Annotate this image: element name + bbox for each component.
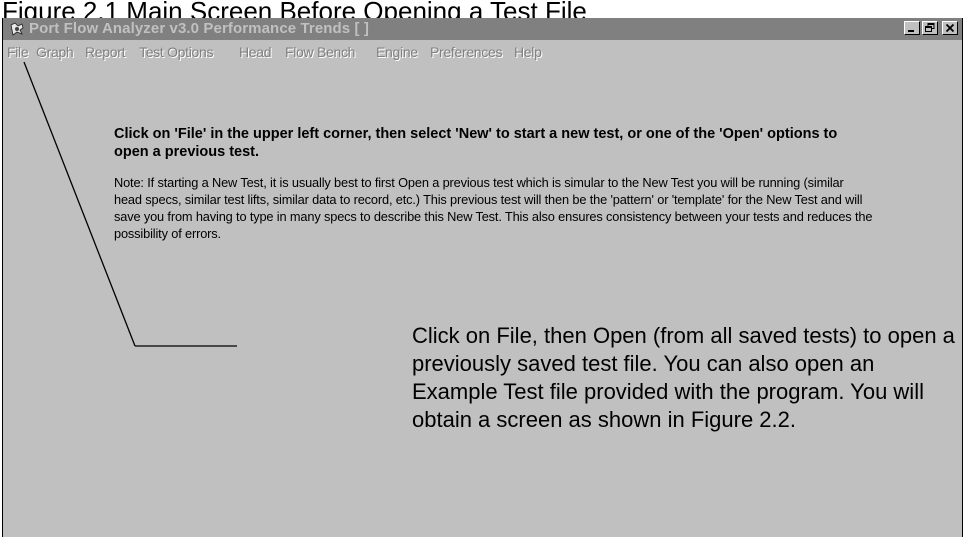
callout-text: Click on File, then Open (from all saved… xyxy=(412,323,955,432)
menu-test-options[interactable]: Test Options xyxy=(139,42,214,62)
close-icon xyxy=(945,23,955,33)
app-window: Port Flow Analyzer v3.0 Performance Tren… xyxy=(2,18,963,537)
menu-flow-bench[interactable]: Flow Bench xyxy=(285,42,355,62)
menu-engine[interactable]: Engine xyxy=(376,42,418,62)
menu-head[interactable]: Head xyxy=(239,42,272,62)
menu-help[interactable]: Help xyxy=(514,42,542,62)
restore-button[interactable] xyxy=(922,21,938,35)
menu-report[interactable]: Report xyxy=(85,42,126,62)
note-text: Note: If starting a New Test, it is usua… xyxy=(114,175,873,241)
close-button[interactable] xyxy=(942,21,958,35)
window-title: Port Flow Analyzer v3.0 Performance Tren… xyxy=(29,20,369,37)
menu-graph[interactable]: Graph xyxy=(36,42,74,62)
window-controls xyxy=(904,21,958,35)
restore-icon xyxy=(925,23,935,32)
title-bar[interactable]: Port Flow Analyzer v3.0 Performance Tren… xyxy=(3,18,962,40)
menu-file[interactable]: File xyxy=(7,42,29,62)
app-icon[interactable] xyxy=(9,21,25,37)
instruction-text: Click on 'File' in the upper left corner… xyxy=(114,126,838,160)
minimize-button[interactable] xyxy=(904,21,920,35)
menu-bar: File Graph Report Test Options Head Flow… xyxy=(3,42,962,62)
menu-preferences[interactable]: Preferences xyxy=(430,42,502,62)
